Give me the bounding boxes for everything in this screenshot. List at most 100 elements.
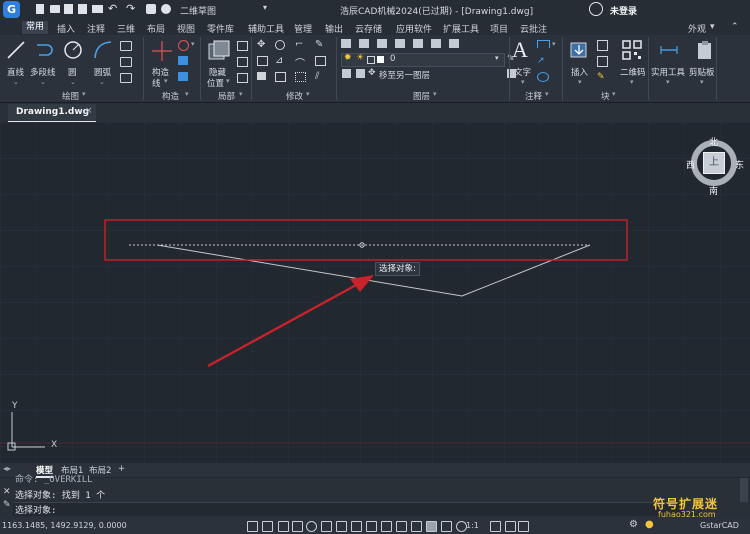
leader-icon[interactable]: ↗ <box>537 56 545 66</box>
line-tool-label[interactable]: 直线 <box>7 66 24 78</box>
layer-walk-icon[interactable] <box>356 69 365 78</box>
line-dropdown-icon[interactable]: ⌄ <box>13 78 19 86</box>
erase-icon[interactable]: ✎ <box>315 39 323 50</box>
modify-group-expand-icon[interactable]: ▾ <box>306 90 310 98</box>
tab-cloud-storage[interactable]: 云存储 <box>355 22 382 35</box>
close-tab-icon[interactable]: × <box>85 106 93 116</box>
print-icon[interactable] <box>92 5 103 13</box>
tab-cloud-markup[interactable]: 云批注 <box>520 22 547 35</box>
fillet-icon[interactable]: ⌒ <box>295 55 305 70</box>
polar-toggle-icon[interactable] <box>306 521 317 532</box>
compass-north[interactable]: 北 <box>709 135 718 148</box>
utilities-dropdown-icon[interactable]: ▾ <box>666 78 670 86</box>
move-icon[interactable]: ✥ <box>257 39 265 50</box>
polyline-dropdown-icon[interactable]: ⌄ <box>40 78 46 86</box>
tab-extensions[interactable]: 扩展工具 <box>443 22 479 35</box>
viewcube[interactable]: 上 北 南 西 东 <box>686 135 744 197</box>
rotate-icon[interactable] <box>275 40 285 50</box>
clipboard-dropdown-icon[interactable]: ▾ <box>700 78 704 86</box>
construct-line-label[interactable]: 线 <box>152 77 161 89</box>
tab-view[interactable]: 视图 <box>177 22 195 35</box>
layer-lock-icon[interactable] <box>431 39 441 48</box>
ortho-toggle-icon[interactable] <box>292 521 303 532</box>
layer-dropdown-arrow-icon[interactable]: ▾ <box>495 54 499 62</box>
insert-dropdown-icon[interactable]: ▾ <box>578 78 582 86</box>
rectangle-tool-icon[interactable] <box>120 41 132 51</box>
qrcode-label[interactable]: 二维码 <box>620 66 646 78</box>
lineweight-toggle-icon[interactable] <box>366 521 377 532</box>
user-avatar-icon[interactable] <box>589 2 603 16</box>
model-space-icon[interactable] <box>247 521 258 532</box>
line-tool-icon[interactable] <box>5 39 27 61</box>
ribbon-collapse-icon[interactable]: ⌃ <box>731 22 739 32</box>
stretch-icon[interactable] <box>257 72 266 80</box>
qrcode-icon[interactable] <box>621 39 643 61</box>
layer-group-expand-icon[interactable]: ▾ <box>433 90 437 98</box>
otrack-toggle-icon[interactable] <box>336 521 347 532</box>
annotate-group-expand-icon[interactable]: ▾ <box>545 90 549 98</box>
block-group-expand-icon[interactable]: ▾ <box>612 90 616 98</box>
compass-west[interactable]: 西 <box>686 158 695 171</box>
local-group-expand-icon[interactable]: ▾ <box>239 90 243 98</box>
draw-group-expand-icon[interactable]: ▾ <box>82 90 86 98</box>
login-status[interactable]: 未登录 <box>610 4 637 17</box>
move-to-another-layer-button[interactable]: 移至另一图层 <box>379 69 430 81</box>
tab-aux-tools[interactable]: 辅助工具 <box>248 22 284 35</box>
position-label[interactable]: 位置 <box>207 77 224 89</box>
layer-state-icon[interactable] <box>359 39 369 48</box>
nav-arrows-icon[interactable]: ◂▸ <box>3 464 11 473</box>
annotate-more-icon[interactable]: ▾ <box>552 40 556 48</box>
compass-east[interactable]: 东 <box>735 158 744 171</box>
units-icon[interactable] <box>441 521 452 532</box>
tab-output[interactable]: 输出 <box>325 22 343 35</box>
hide-position-icon[interactable] <box>207 39 231 63</box>
hatch-tool-icon[interactable] <box>120 57 132 67</box>
tab-apps[interactable]: 应用软件 <box>396 22 432 35</box>
text-dropdown-icon[interactable]: ▾ <box>521 78 525 86</box>
isolate-icon[interactable] <box>237 41 248 51</box>
tab-parts-library[interactable]: 零件库 <box>207 22 234 35</box>
quick-access-dropdown-icon[interactable]: ▾ <box>263 3 267 12</box>
undo-icon[interactable]: ↶ <box>108 2 117 15</box>
selection-cycling-icon[interactable] <box>396 521 407 532</box>
open-file-icon[interactable] <box>50 5 60 13</box>
ribbon-options-icon[interactable]: ▾ <box>710 22 715 32</box>
layer-isolate-icon[interactable] <box>377 39 387 48</box>
ray-tool-icon[interactable] <box>178 40 189 51</box>
explode-icon[interactable] <box>315 56 326 66</box>
tab-annotate[interactable]: 注释 <box>87 22 105 35</box>
transparency-toggle-icon[interactable] <box>381 521 392 532</box>
circle-tool-icon[interactable] <box>62 39 84 61</box>
tab-project[interactable]: 项目 <box>490 22 508 35</box>
copy-icon[interactable] <box>257 56 268 66</box>
layer-freeze-icon[interactable] <box>413 39 423 48</box>
viewcube-face[interactable]: 上 <box>703 152 725 174</box>
circle-dropdown-icon[interactable]: ⌄ <box>70 78 76 86</box>
layer-match-icon[interactable] <box>449 39 459 48</box>
block-attribute-icon[interactable]: ✎ <box>597 72 605 82</box>
isolate-objects-icon[interactable] <box>505 521 516 532</box>
add-layout-button[interactable]: + <box>118 464 125 474</box>
snap-toggle-icon[interactable] <box>278 521 289 532</box>
layer-prev-icon[interactable] <box>342 69 351 78</box>
arc-tool-label[interactable]: 圆弧 <box>94 66 111 78</box>
chat-icon[interactable] <box>161 4 171 14</box>
workspace-selector[interactable]: 二维草图 <box>180 4 216 17</box>
position-dropdown-icon[interactable]: ▾ <box>226 77 230 85</box>
settings-gear-icon[interactable]: ⚙ <box>629 519 638 530</box>
mirror-icon[interactable]: ⊿ <box>275 55 283 66</box>
workspace-switch-icon[interactable] <box>490 521 501 532</box>
arc-dropdown-icon[interactable]: ⌄ <box>99 78 105 86</box>
document-tab[interactable]: Drawing1.dwg × <box>8 104 96 123</box>
unhide-icon[interactable] <box>237 57 248 67</box>
clipboard-label[interactable]: 剪贴板 <box>689 66 715 78</box>
arc-tool-icon[interactable] <box>92 39 114 61</box>
appearance-menu[interactable]: 外观 <box>688 22 706 35</box>
app-logo-icon[interactable]: G <box>3 1 20 18</box>
text-tool-label[interactable]: 文字 <box>514 66 531 78</box>
clean-screen-icon[interactable] <box>518 521 529 532</box>
layer-status-icon[interactable] <box>426 521 437 532</box>
clipboard-icon[interactable] <box>694 39 716 61</box>
command-input[interactable]: 选择对象: <box>13 502 683 516</box>
trim-icon[interactable]: ⌐ <box>295 39 303 50</box>
